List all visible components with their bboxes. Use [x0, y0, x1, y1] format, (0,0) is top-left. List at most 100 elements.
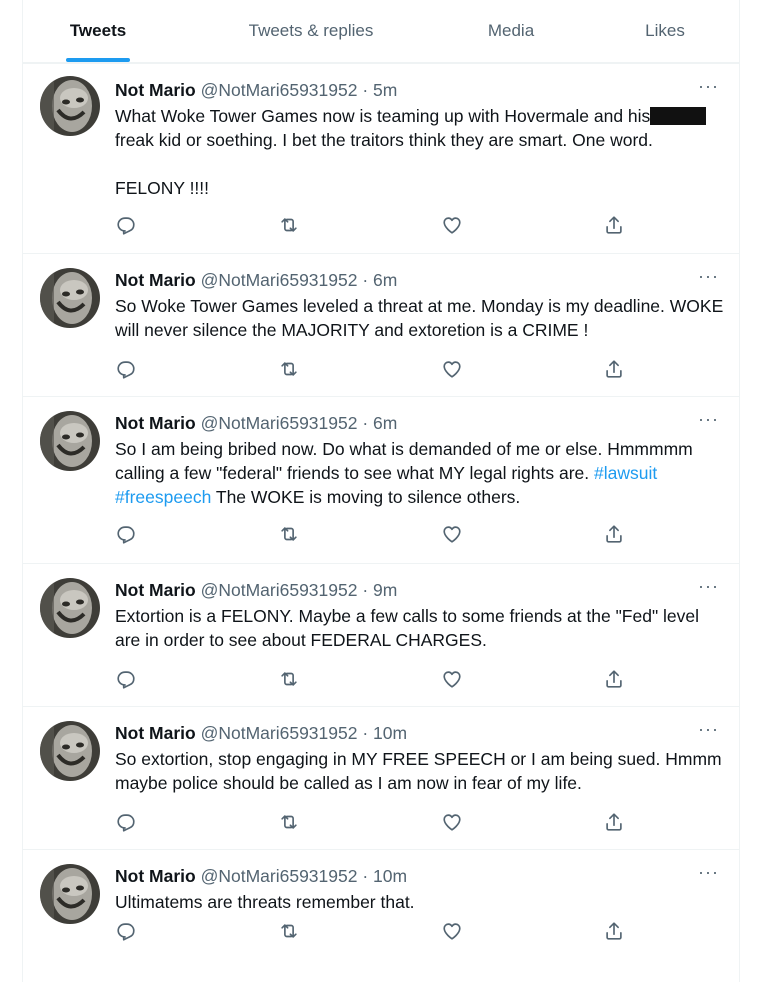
tweet-timestamp[interactable]: · 6m	[362, 270, 397, 290]
tab-tweets[interactable]: Tweets	[23, 0, 173, 62]
more-button[interactable]: ···	[698, 720, 719, 738]
heart-icon	[441, 523, 463, 545]
tweet-timestamp[interactable]: · 10m	[362, 866, 407, 886]
like-button[interactable]	[441, 523, 463, 545]
share-button[interactable]	[603, 668, 625, 690]
avatar[interactable]	[40, 578, 100, 638]
tab-tweets-replies[interactable]: Tweets & replies	[211, 0, 411, 62]
reply-icon	[115, 214, 137, 236]
share-button[interactable]	[603, 523, 625, 545]
share-button[interactable]	[603, 920, 625, 942]
tweet-actions	[115, 523, 635, 547]
like-button[interactable]	[441, 668, 463, 690]
share-icon	[603, 523, 625, 545]
retweet-button[interactable]	[278, 214, 300, 236]
hashtag-link[interactable]: #freespeech	[115, 487, 211, 507]
tweet[interactable]: Not Mario @NotMari65931952 · 6m ··· So I a…	[23, 396, 739, 563]
reply-button[interactable]	[115, 920, 137, 942]
like-button[interactable]	[441, 920, 463, 942]
reply-icon	[115, 668, 137, 690]
tab-tweets-label: Tweets	[69, 21, 127, 40]
tweet-header: Not Mario @NotMari65931952 · 10m	[115, 723, 407, 744]
profile-tabs: Tweets Tweets & replies Media Likes	[23, 0, 739, 63]
user-handle[interactable]: @NotMari65931952	[201, 866, 358, 886]
tweet[interactable]: Not Mario @NotMari65931952 · 10m ··· Ultim…	[23, 849, 739, 969]
more-button[interactable]: ···	[698, 267, 719, 285]
user-handle[interactable]: @NotMari65931952	[201, 723, 358, 743]
tweet-timestamp[interactable]: · 9m	[362, 580, 397, 600]
reply-button[interactable]	[115, 214, 137, 236]
display-name[interactable]: Not Mario	[115, 80, 196, 100]
tweet-header: Not Mario @NotMari65931952 · 6m	[115, 413, 397, 434]
tweet-text-part: So extortion, stop engaging in MY FREE S…	[115, 749, 722, 793]
more-button[interactable]: ···	[698, 863, 719, 881]
more-button[interactable]: ···	[698, 577, 719, 595]
tab-tweets-replies-label: Tweets & replies	[248, 21, 374, 40]
avatar[interactable]	[40, 721, 100, 781]
tab-media[interactable]: Media	[461, 0, 561, 62]
tweet-text: So I am being bribed now. Do what is dem…	[115, 437, 725, 509]
like-button[interactable]	[441, 811, 463, 833]
share-button[interactable]	[603, 358, 625, 380]
more-button[interactable]: ···	[698, 410, 719, 428]
tweet-timestamp[interactable]: · 5m	[362, 80, 397, 100]
tweet-timestamp[interactable]: · 10m	[362, 723, 407, 743]
display-name[interactable]: Not Mario	[115, 580, 196, 600]
tweet-text-part: The WOKE is moving to silence others.	[215, 487, 521, 507]
avatar[interactable]	[40, 76, 100, 136]
reply-button[interactable]	[115, 811, 137, 833]
tweet-text-part: What Woke Tower Games now is teaming up …	[115, 106, 651, 126]
retweet-button[interactable]	[278, 358, 300, 380]
tweet-header: Not Mario @NotMari65931952 · 9m	[115, 580, 397, 601]
tweet-actions	[115, 811, 635, 835]
like-button[interactable]	[441, 358, 463, 380]
share-icon	[603, 811, 625, 833]
more-button[interactable]: ···	[698, 77, 719, 95]
tweet-actions	[115, 668, 635, 692]
share-button[interactable]	[603, 811, 625, 833]
tweet[interactable]: Not Mario @NotMari65931952 · 6m ··· So Wok…	[23, 253, 739, 396]
share-icon	[603, 920, 625, 942]
reply-icon	[115, 358, 137, 380]
retweet-icon	[278, 811, 300, 833]
tweet-text-part: freak kid or soething. I bet the traitor…	[115, 130, 653, 198]
reply-button[interactable]	[115, 523, 137, 545]
heart-icon	[441, 214, 463, 236]
share-button[interactable]	[603, 214, 625, 236]
retweet-button[interactable]	[278, 668, 300, 690]
retweet-button[interactable]	[278, 920, 300, 942]
user-handle[interactable]: @NotMari65931952	[201, 413, 358, 433]
tab-likes-label: Likes	[645, 21, 685, 40]
reply-icon	[115, 920, 137, 942]
tweet[interactable]: Not Mario @NotMari65931952 · 10m ··· So ex…	[23, 706, 739, 849]
hashtag-link[interactable]: #lawsuit	[594, 463, 657, 483]
avatar[interactable]	[40, 268, 100, 328]
retweet-icon	[278, 358, 300, 380]
tab-likes[interactable]: Likes	[615, 0, 715, 62]
display-name[interactable]: Not Mario	[115, 413, 196, 433]
user-handle[interactable]: @NotMari65931952	[201, 80, 358, 100]
tweet-text: So extortion, stop engaging in MY FREE S…	[115, 747, 725, 795]
reply-button[interactable]	[115, 668, 137, 690]
more-dots-icon: ···	[698, 266, 719, 286]
avatar[interactable]	[40, 864, 100, 924]
display-name[interactable]: Not Mario	[115, 866, 196, 886]
retweet-button[interactable]	[278, 811, 300, 833]
avatar[interactable]	[40, 411, 100, 471]
retweet-button[interactable]	[278, 523, 300, 545]
user-handle[interactable]: @NotMari65931952	[201, 270, 358, 290]
tweet-actions	[115, 920, 635, 944]
tweet-header: Not Mario @NotMari65931952 · 10m	[115, 866, 407, 887]
retweet-icon	[278, 920, 300, 942]
tweet[interactable]: Not Mario @NotMari65931952 · 9m ··· Extort…	[23, 563, 739, 706]
tweet-text-part: Ultimatems are threats remember that.	[115, 892, 415, 912]
like-button[interactable]	[441, 214, 463, 236]
tweet[interactable]: Not Mario @NotMari65931952 · 5m ··· What W…	[23, 63, 739, 253]
user-handle[interactable]: @NotMari65931952	[201, 580, 358, 600]
tweet-timestamp[interactable]: · 6m	[362, 413, 397, 433]
tweet-text: Extortion is a FELONY. Maybe a few calls…	[115, 604, 725, 652]
display-name[interactable]: Not Mario	[115, 270, 196, 290]
display-name[interactable]: Not Mario	[115, 723, 196, 743]
reply-button[interactable]	[115, 358, 137, 380]
more-dots-icon: ···	[698, 862, 719, 882]
